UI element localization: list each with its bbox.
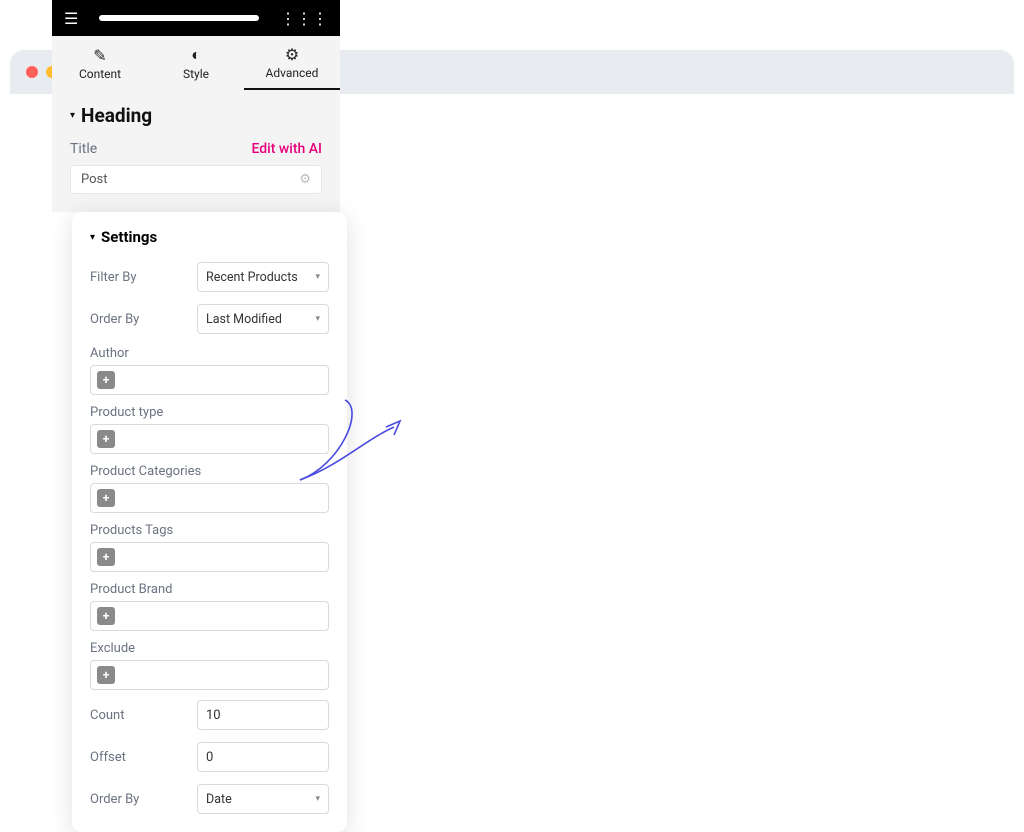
pencil-icon: ✎ [93,46,106,65]
product-brand-label: Product Brand [90,582,329,597]
add-products-tags-button[interactable]: + [97,548,115,566]
editor-tabs: ✎ Content ◐ Style ⚙ Advanced [52,36,340,90]
caret-down-icon: ▾ [90,232,95,243]
product-type-label: Product type [90,405,329,420]
product-brand-input[interactable]: + [90,601,329,631]
chevron-down-icon: ▾ [315,314,320,324]
order-by-2-label: Order By [90,792,139,807]
order-by-select[interactable]: Last Modified ▾ [197,304,329,334]
grid-icon[interactable]: ⋮⋮⋮ [280,9,328,28]
add-exclude-button[interactable]: + [97,666,115,684]
exclude-label: Exclude [90,641,329,656]
exclude-input[interactable]: + [90,660,329,690]
edit-with-ai-link[interactable]: Edit with AI [251,141,322,157]
caret-down-icon: ▾ [70,110,75,121]
count-label: Count [90,708,124,723]
product-categories-input[interactable]: + [90,483,329,513]
order-by-2-value: Date [206,792,232,807]
product-type-input[interactable]: + [90,424,329,454]
add-product-categories-button[interactable]: + [97,489,115,507]
add-author-button[interactable]: + [97,371,115,389]
settings-panel: ▾ Settings Filter By Recent Products ▾ O… [72,212,347,832]
filter-by-select[interactable]: Recent Products ▾ [197,262,329,292]
contrast-icon: ◐ [191,45,201,65]
offset-label: Offset [90,750,126,765]
filter-by-value: Recent Products [206,270,298,285]
order-by-value: Last Modified [206,312,282,327]
tab-label: Advanced [266,66,319,80]
count-value: 10 [206,708,221,723]
hamburger-icon[interactable]: ☰ [64,9,78,28]
tab-style[interactable]: ◐ Style [148,36,244,90]
count-input[interactable]: 10 [197,700,329,730]
tab-advanced[interactable]: ⚙ Advanced [244,36,340,90]
chevron-down-icon: ▾ [315,272,320,282]
offset-input[interactable]: 0 [197,742,329,772]
dynamic-tags-icon[interactable]: ⚙ [299,172,311,187]
order-by-2-select[interactable]: Date ▾ [197,784,329,814]
gear-icon: ⚙ [285,45,299,64]
tab-content[interactable]: ✎ Content [52,36,148,90]
title-value: Post [81,172,108,187]
tab-label: Style [183,67,209,81]
author-input[interactable]: + [90,365,329,395]
settings-section-toggle[interactable]: ▾ Settings [90,228,329,246]
title-label: Title [70,141,97,157]
products-tags-input[interactable]: + [90,542,329,572]
add-product-brand-button[interactable]: + [97,607,115,625]
tab-label: Content [79,67,121,81]
products-tags-label: Products Tags [90,523,329,538]
settings-section-label: Settings [101,228,157,246]
heading-section-toggle[interactable]: ▾ Heading [70,104,322,127]
heading-panel: ▾ Heading Title Edit with AI Post ⚙ [52,90,340,212]
editor-topbar: ☰ ⋮⋮⋮ [52,0,340,36]
traffic-light-close[interactable] [26,66,38,78]
title-input[interactable]: Post ⚙ [70,165,322,194]
topbar-pill [99,15,259,21]
heading-section-label: Heading [81,104,152,127]
filter-by-label: Filter By [90,270,137,285]
author-label: Author [90,346,329,361]
chevron-down-icon: ▾ [315,794,320,804]
offset-value: 0 [206,750,213,765]
add-product-type-button[interactable]: + [97,430,115,448]
order-by-label: Order By [90,312,139,327]
product-categories-label: Product Categories [90,464,329,479]
